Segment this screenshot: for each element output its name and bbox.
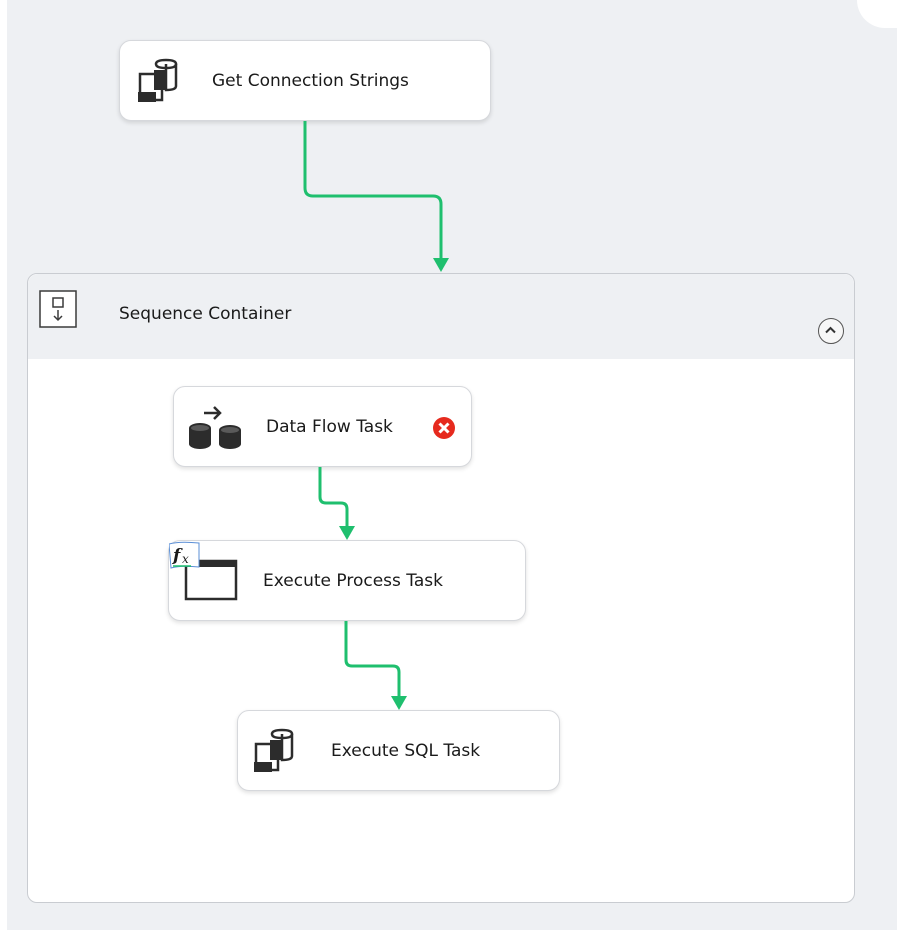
task-label: Get Connection Strings xyxy=(212,70,409,91)
task-label: Execute Process Task xyxy=(263,570,443,591)
task-label: Execute SQL Task xyxy=(331,740,481,761)
sequence-container-icon xyxy=(39,290,77,328)
error-icon[interactable] xyxy=(432,416,456,440)
sequence-container-title: Sequence Container xyxy=(119,304,292,324)
task-label: Data Flow Task xyxy=(266,416,393,437)
task-data-flow[interactable]: Data Flow Task xyxy=(173,386,472,467)
task-execute-process[interactable]: f x Execute Process Task xyxy=(168,540,526,621)
data-flow-icon xyxy=(186,404,244,450)
svg-text:x: x xyxy=(182,552,189,566)
execute-process-icon: f x xyxy=(168,541,239,605)
execute-sql-icon xyxy=(252,728,296,774)
task-get-connection-strings[interactable]: Get Connection Strings xyxy=(119,40,491,121)
execute-sql-icon xyxy=(136,58,180,104)
sequence-container-header[interactable]: Sequence Container xyxy=(28,274,854,359)
task-execute-sql[interactable]: Execute SQL Task xyxy=(237,710,560,791)
collapse-button[interactable] xyxy=(818,318,844,344)
chevron-up-icon xyxy=(825,326,836,334)
